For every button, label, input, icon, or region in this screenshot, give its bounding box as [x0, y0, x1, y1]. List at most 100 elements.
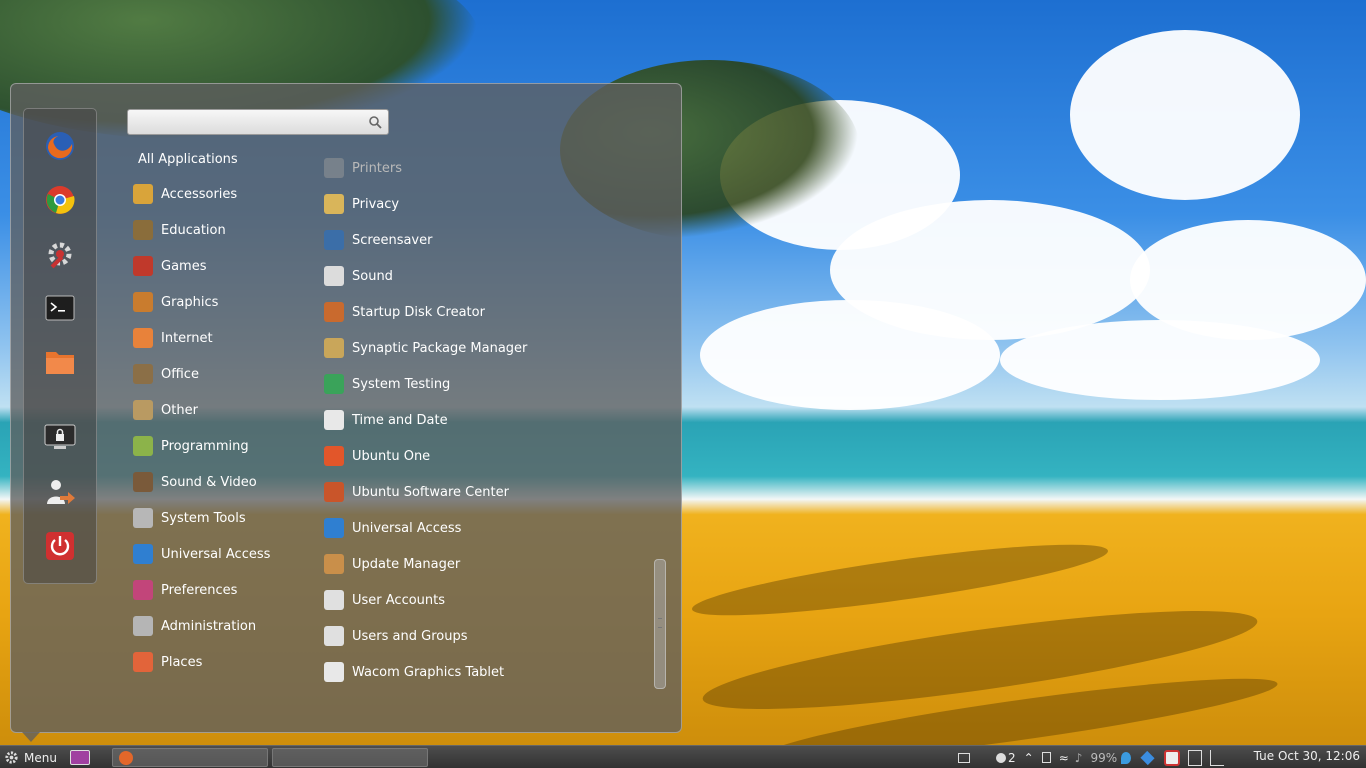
- category-places[interactable]: Places: [133, 649, 202, 675]
- app-label: Universal Access: [352, 520, 462, 536]
- app-sound[interactable]: Sound: [324, 263, 393, 289]
- games-icon: [133, 256, 153, 276]
- category-system-tools[interactable]: System Tools: [133, 505, 246, 531]
- app-label: Time and Date: [352, 412, 448, 428]
- power-manager-icon[interactable]: [1188, 749, 1203, 766]
- category-label: Education: [161, 222, 226, 238]
- software-center-icon: [324, 482, 344, 502]
- system-tray: 2 ⌃ ≈ ♪ 99%: [958, 749, 1225, 766]
- update-drop-icon[interactable]: [1121, 751, 1132, 764]
- category-internet[interactable]: Internet: [133, 325, 213, 351]
- universal-access-icon: [133, 544, 153, 564]
- keyboard-layout-icon[interactable]: [1210, 749, 1225, 766]
- app-time-and-date[interactable]: Time and Date: [324, 407, 448, 433]
- scrollbar-grip: [658, 618, 662, 628]
- removable-drive-icon[interactable]: [1041, 752, 1051, 763]
- clock[interactable]: Tue Oct 30, 12:06: [1254, 749, 1360, 763]
- power-icon[interactable]: [43, 529, 77, 563]
- volume-icon[interactable]: ♪: [1075, 751, 1083, 765]
- applications-menu: All Applications Accessories Education Gam…: [10, 83, 682, 733]
- app-label: Screensaver: [352, 232, 433, 248]
- category-label: Accessories: [161, 186, 238, 202]
- terminal-icon[interactable]: [43, 291, 77, 325]
- chevron-up-icon[interactable]: ⌃: [1024, 751, 1034, 765]
- startup-disk-creator-icon: [324, 302, 344, 322]
- app-wacom-graphics-tablet[interactable]: Wacom Graphics Tablet: [324, 659, 504, 685]
- category-label: Office: [161, 366, 199, 382]
- notifications-icon[interactable]: [996, 752, 1006, 763]
- office-icon: [133, 364, 153, 384]
- search-input[interactable]: [128, 110, 358, 134]
- category-office[interactable]: Office: [133, 361, 199, 387]
- category-label: Administration: [161, 618, 257, 634]
- system-tools-icon: [133, 508, 153, 528]
- show-desktop-icon[interactable]: [69, 750, 90, 765]
- dropbox-icon[interactable]: [1140, 750, 1155, 765]
- app-update-manager[interactable]: Update Manager: [324, 551, 460, 577]
- app-label: Synaptic Package Manager: [352, 340, 528, 356]
- app-ubuntu-one[interactable]: Ubuntu One: [324, 443, 430, 469]
- app-users-and-groups[interactable]: Users and Groups: [324, 623, 467, 649]
- places-icon: [133, 652, 153, 672]
- windows-quick-list-icon[interactable]: [958, 752, 970, 763]
- app-ubuntu-software-center[interactable]: Ubuntu Software Center: [324, 479, 509, 505]
- network-wifi-icon[interactable]: ≈: [1059, 751, 1069, 765]
- app-printers[interactable]: Printers: [324, 155, 402, 181]
- app-synaptic-package-manager[interactable]: Synaptic Package Manager: [324, 335, 527, 361]
- category-label: Universal Access: [161, 546, 271, 562]
- app-label: Startup Disk Creator: [352, 304, 485, 320]
- universal-access-icon: [324, 518, 344, 538]
- preferences-icon: [133, 580, 153, 600]
- home-folder-icon[interactable]: [43, 345, 77, 379]
- education-icon: [133, 220, 153, 240]
- accessories-icon: [133, 184, 153, 204]
- search-field: [127, 109, 389, 135]
- category-label: Games: [161, 258, 207, 274]
- app-universal-access[interactable]: Universal Access: [324, 515, 461, 541]
- app-label: Wacom Graphics Tablet: [352, 664, 505, 680]
- firefox-small-icon: [119, 751, 133, 765]
- workspace-count: 2: [1008, 750, 1016, 765]
- category-universal-access[interactable]: Universal Access: [133, 541, 270, 567]
- category-games[interactable]: Games: [133, 253, 206, 279]
- sound-video-icon: [133, 472, 153, 492]
- category-other[interactable]: Other: [133, 397, 198, 423]
- taskbar-window-firefox[interactable]: [112, 748, 268, 767]
- category-label: Programming: [161, 438, 249, 454]
- app-system-testing[interactable]: System Testing: [324, 371, 450, 397]
- time-date-icon: [324, 410, 344, 430]
- category-education[interactable]: Education: [133, 217, 226, 243]
- app-list-scrollbar[interactable]: [654, 559, 666, 689]
- app-user-accounts[interactable]: User Accounts: [324, 587, 445, 613]
- app-startup-disk-creator[interactable]: Startup Disk Creator: [324, 299, 485, 325]
- category-all-applications[interactable]: All Applications: [138, 152, 238, 167]
- category-preferences[interactable]: Preferences: [133, 577, 237, 603]
- menu-pointer-arrow: [22, 732, 40, 742]
- users-groups-icon: [324, 626, 344, 646]
- settings-icon[interactable]: [43, 237, 77, 271]
- category-graphics[interactable]: Graphics: [133, 289, 218, 315]
- taskbar-window-2[interactable]: [272, 748, 428, 767]
- app-privacy[interactable]: Privacy: [324, 191, 399, 217]
- app-label: Update Manager: [352, 556, 461, 572]
- firefox-icon[interactable]: [43, 129, 77, 163]
- menu-button[interactable]: Menu: [4, 748, 90, 767]
- category-programming[interactable]: Programming: [133, 433, 249, 459]
- search-icon: [369, 116, 382, 129]
- programming-icon: [133, 436, 153, 456]
- category-accessories[interactable]: Accessories: [133, 181, 237, 207]
- category-administration[interactable]: Administration: [133, 613, 256, 639]
- lock-screen-icon[interactable]: [43, 421, 77, 455]
- chrome-icon[interactable]: [43, 183, 77, 217]
- app-screensaver[interactable]: Screensaver: [324, 227, 432, 253]
- taskbar: Menu 2 ⌃ ≈ ♪ 99% Tue Oct 30, 12:06: [0, 745, 1366, 768]
- privacy-icon: [324, 194, 344, 214]
- app-label: Sound: [352, 268, 393, 284]
- category-label: Graphics: [161, 294, 219, 310]
- battery-percent[interactable]: 99%: [1090, 751, 1117, 765]
- app-label: Privacy: [352, 196, 400, 212]
- clock-app-icon[interactable]: [1164, 749, 1181, 766]
- category-sound-video[interactable]: Sound & Video: [133, 469, 257, 495]
- gear-icon: [5, 751, 18, 764]
- logout-icon[interactable]: [43, 475, 77, 509]
